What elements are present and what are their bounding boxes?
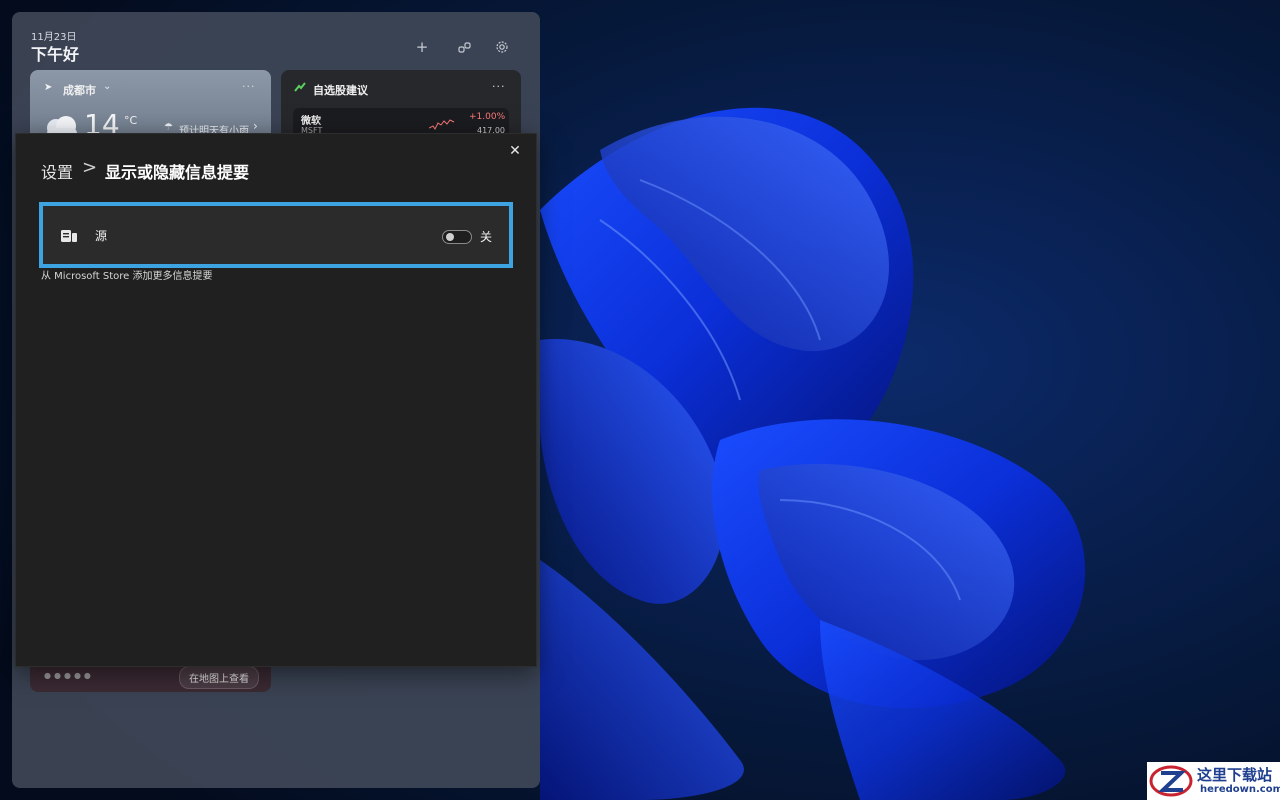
stock-change: +1.00% [469, 112, 506, 122]
link-icon [457, 41, 471, 53]
watermark-cn: 这里下载站 [1197, 766, 1273, 784]
breadcrumb-separator-icon: > [82, 157, 98, 178]
chevron-down-icon[interactable]: ⌄ [103, 81, 111, 92]
rain-icon: ☂ [164, 122, 173, 133]
weather-more-button[interactable]: ··· [242, 80, 256, 93]
add-widget-button[interactable]: + [411, 36, 433, 58]
feed-toggle[interactable] [442, 230, 472, 244]
settings-panel: 设置 > 显示或隐藏信息提要 ✕ 源 关 从 Microsoft Store 添… [15, 133, 537, 667]
chevron-right-icon[interactable]: › [253, 119, 258, 133]
store-link[interactable]: 从 Microsoft Store 添加更多信息提要 [41, 267, 212, 282]
stocks-icon [294, 82, 306, 92]
widgets-settings-button[interactable] [491, 36, 513, 58]
connect-button[interactable] [453, 36, 475, 58]
watermark-logo [1149, 765, 1193, 797]
page-title: 显示或隐藏信息提要 [105, 163, 250, 182]
stock-sparkline [429, 119, 455, 130]
site-watermark: 这里下载站 heredown.com [1147, 762, 1280, 800]
location-arrow-icon: ➤ [44, 82, 53, 93]
stocks-more-button[interactable]: ··· [492, 80, 506, 93]
feed-source-row[interactable]: 源 关 [39, 202, 513, 268]
close-button[interactable]: ✕ [504, 140, 526, 162]
feed-source-label: 源 [95, 229, 108, 243]
board-greeting: 下午好 [31, 45, 80, 64]
toggle-state-label: 关 [480, 230, 493, 244]
toggle-knob [446, 233, 454, 241]
stocks-title: 自选股建议 [313, 84, 368, 97]
view-on-map-button[interactable]: 在地图上查看 [179, 666, 259, 689]
weather-unit: °C [124, 114, 138, 127]
breadcrumb-settings[interactable]: 设置 [41, 159, 73, 183]
gear-icon [496, 41, 508, 53]
feed-icon [61, 230, 77, 242]
plus-icon: + [415, 38, 429, 56]
weather-city: 成都市 [63, 84, 96, 97]
stock-name: 微软 [301, 116, 321, 127]
close-icon: ✕ [509, 143, 521, 159]
page-dots[interactable]: ●●●●● [44, 671, 94, 680]
watermark-en: heredown.com [1200, 784, 1280, 795]
